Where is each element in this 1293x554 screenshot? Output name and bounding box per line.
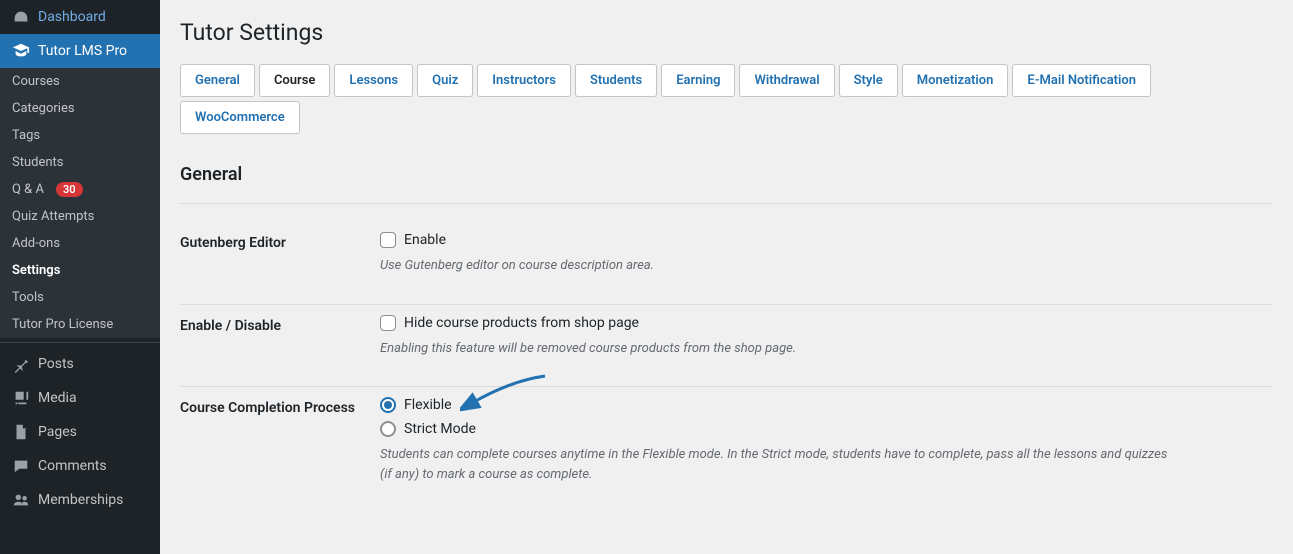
- radio-label: Strict Mode: [404, 421, 476, 437]
- sidebar-item-license[interactable]: Tutor Pro License: [0, 311, 160, 338]
- sidebar-item-label: Posts: [38, 356, 74, 372]
- media-icon: [12, 389, 30, 407]
- checkbox-input[interactable]: [380, 315, 396, 331]
- page-icon: [12, 423, 30, 441]
- sidebar-item-comments[interactable]: Comments: [0, 449, 160, 483]
- sidebar-item-posts[interactable]: Posts: [0, 347, 160, 381]
- sidebar-item-qa[interactable]: Q & A 30: [0, 176, 160, 203]
- admin-sidebar: Dashboard Tutor LMS Pro Courses Categori…: [0, 0, 160, 554]
- row-gutenberg: Gutenberg Editor Enable Use Gutenberg ed…: [180, 222, 1273, 305]
- tab-general[interactable]: General: [180, 64, 255, 97]
- graduation-cap-icon: [12, 42, 30, 60]
- sidebar-item-dashboard[interactable]: Dashboard: [0, 0, 160, 34]
- section-divider: [180, 203, 1273, 204]
- row-enable-disable: Enable / Disable Hide course products fr…: [180, 305, 1273, 388]
- section-heading: General: [180, 164, 1273, 185]
- sidebar-item-categories[interactable]: Categories: [0, 95, 160, 122]
- sidebar-item-label: Dashboard: [38, 9, 106, 25]
- tab-email[interactable]: E-Mail Notification: [1012, 64, 1151, 97]
- tab-course[interactable]: Course: [259, 64, 330, 97]
- main-content: Tutor Settings General Course Lessons Qu…: [160, 0, 1293, 554]
- tab-students[interactable]: Students: [575, 64, 657, 97]
- tab-earning[interactable]: Earning: [661, 64, 735, 97]
- sidebar-item-label: Memberships: [38, 492, 123, 508]
- row-field: Enable Use Gutenberg editor on course de…: [380, 232, 1273, 276]
- completion-strict-radio[interactable]: Strict Mode: [380, 421, 1273, 437]
- sidebar-item-courses[interactable]: Courses: [0, 68, 160, 95]
- row-label: Course Completion Process: [180, 397, 380, 484]
- sidebar-submenu: Courses Categories Tags Students Q & A 3…: [0, 68, 160, 338]
- row-label: Enable / Disable: [180, 315, 380, 359]
- checkbox-label: Hide course products from shop page: [404, 315, 639, 331]
- completion-flexible-radio[interactable]: Flexible: [380, 397, 1273, 413]
- sidebar-item-label: Media: [38, 390, 77, 406]
- checkbox-input[interactable]: [380, 232, 396, 248]
- row-label: Gutenberg Editor: [180, 232, 380, 276]
- tab-woocommerce[interactable]: WooCommerce: [180, 101, 300, 134]
- gauge-icon: [12, 8, 30, 26]
- sidebar-divider: [0, 342, 160, 343]
- sidebar-item-addons[interactable]: Add-ons: [0, 230, 160, 257]
- field-description: Students can complete courses anytime in…: [380, 445, 1180, 484]
- qa-count-badge: 30: [56, 182, 83, 197]
- tab-monetization[interactable]: Monetization: [902, 64, 1009, 97]
- sidebar-item-students[interactable]: Students: [0, 149, 160, 176]
- radio-input[interactable]: [380, 421, 396, 437]
- comment-icon: [12, 457, 30, 475]
- sidebar-item-tags[interactable]: Tags: [0, 122, 160, 149]
- sidebar-item-label: Tutor LMS Pro: [38, 43, 127, 59]
- tab-quiz[interactable]: Quiz: [417, 64, 473, 97]
- radio-input[interactable]: [380, 397, 396, 413]
- field-description: Use Gutenberg editor on course descripti…: [380, 256, 1180, 276]
- row-completion: Course Completion Process Flexible Stric…: [180, 387, 1273, 512]
- settings-tabs: General Course Lessons Quiz Instructors …: [180, 64, 1273, 134]
- gutenberg-enable-checkbox[interactable]: Enable: [380, 232, 1273, 248]
- group-icon: [12, 491, 30, 509]
- sidebar-item-tools[interactable]: Tools: [0, 284, 160, 311]
- sidebar-item-quiz-attempts[interactable]: Quiz Attempts: [0, 203, 160, 230]
- sidebar-item-media[interactable]: Media: [0, 381, 160, 415]
- sidebar-item-pages[interactable]: Pages: [0, 415, 160, 449]
- radio-label: Flexible: [404, 397, 452, 413]
- row-field: Flexible Strict Mode Students can comple…: [380, 397, 1273, 484]
- sidebar-item-tutor-lms[interactable]: Tutor LMS Pro: [0, 34, 160, 68]
- tab-lessons[interactable]: Lessons: [334, 64, 413, 97]
- pin-icon: [12, 355, 30, 373]
- sidebar-item-memberships[interactable]: Memberships: [0, 483, 160, 517]
- hide-products-checkbox[interactable]: Hide course products from shop page: [380, 315, 1273, 331]
- tab-withdrawal[interactable]: Withdrawal: [739, 64, 834, 97]
- sidebar-item-label: Pages: [38, 424, 77, 440]
- row-field: Hide course products from shop page Enab…: [380, 315, 1273, 359]
- field-description: Enabling this feature will be removed co…: [380, 339, 1180, 359]
- page-title: Tutor Settings: [180, 19, 1273, 46]
- tab-instructors[interactable]: Instructors: [477, 64, 571, 97]
- checkbox-label: Enable: [404, 232, 446, 248]
- tab-style[interactable]: Style: [839, 64, 898, 97]
- sidebar-item-settings[interactable]: Settings: [0, 257, 160, 284]
- sidebar-item-label: Comments: [38, 458, 107, 474]
